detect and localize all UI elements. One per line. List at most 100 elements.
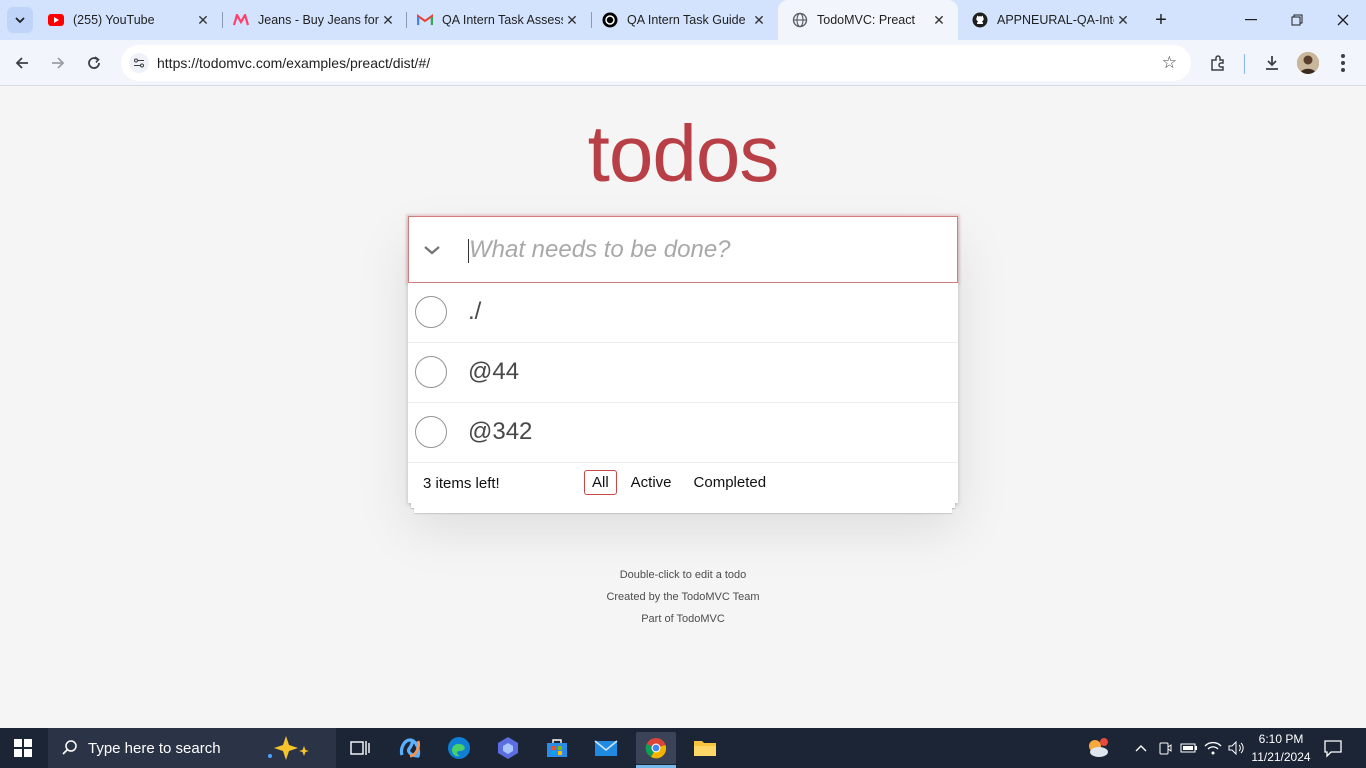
gmail-icon [417,12,433,28]
tab-title: QA Intern Task Assess [442,13,563,27]
globe-icon [792,12,808,28]
todo-item: @44 [408,343,958,403]
tab-strip: (255) YouTube ✕ Jeans - Buy Jeans for ✕ … [0,0,1366,40]
arrow-left-icon [15,57,28,69]
clock-time: 6:10 PM [1258,732,1304,746]
bookmark-star-icon[interactable]: ☆ [1162,53,1177,73]
close-tab-icon[interactable]: ✕ [750,11,768,29]
notification-center-icon[interactable] [1323,738,1343,758]
filter-completed[interactable]: Completed [686,470,775,495]
new-todo-input[interactable] [469,231,939,269]
todo-label[interactable]: ./ [468,298,481,326]
tab-myntra[interactable]: Jeans - Buy Jeans for ✕ [219,0,407,40]
tab-youtube[interactable]: (255) YouTube ✕ [34,0,222,40]
site-settings-icon[interactable] [129,53,149,73]
chevron-up-icon[interactable] [1132,740,1150,756]
taskbar-search-box[interactable]: Type here to search [48,728,336,768]
minimize-button[interactable] [1228,0,1274,40]
filter-tabs: All Active Completed [584,470,774,495]
toggle-all-chevron-icon[interactable] [421,239,443,261]
back-button[interactable] [8,49,36,77]
close-tab-icon[interactable]: ✕ [930,11,948,29]
filter-active[interactable]: Active [623,470,680,495]
tab-title: APPNEURAL-QA-Inte [997,13,1114,27]
stack-shadow [414,508,952,513]
close-window-button[interactable] [1320,0,1366,40]
url-text[interactable]: https://todomvc.com/examples/preact/dist… [157,55,430,71]
todo-footer: 3 items left! All Active Completed [408,463,958,503]
browser-toolbar: https://todomvc.com/examples/preact/dist… [0,40,1366,86]
youtube-icon [48,12,64,28]
chrome-icon[interactable] [636,732,676,764]
system-clock[interactable]: 6:10 PM 11/21/2024 [1246,730,1316,766]
close-tab-icon[interactable]: ✕ [563,11,581,29]
myntra-icon [233,12,249,28]
copilot-icon[interactable] [390,732,430,764]
toolbar-divider [1244,54,1245,74]
edge-browser-icon[interactable] [439,732,479,764]
tab-title: (255) YouTube [73,13,155,27]
mail-icon[interactable] [586,732,626,764]
copilot-sparkle-icon [264,734,324,767]
chatgpt-icon [602,12,618,28]
teams-hex-icon[interactable] [488,732,528,764]
close-tab-icon[interactable]: ✕ [1114,11,1132,29]
extensions-icon[interactable] [1206,51,1230,75]
reload-icon [88,56,100,69]
todo-toggle-checkbox[interactable] [415,356,447,388]
todo-label[interactable]: @44 [468,358,519,386]
new-todo-row [408,216,958,283]
github-icon [972,12,988,28]
restore-button[interactable] [1274,0,1320,40]
file-explorer-icon[interactable] [685,732,725,764]
app-title: todos [587,109,780,198]
close-icon [1337,14,1349,26]
close-tab-icon[interactable]: ✕ [379,11,397,29]
todo-item: @342 [408,403,958,463]
tab-title: TodoMVC: Preact [817,13,915,27]
close-tab-icon[interactable]: ✕ [194,11,212,29]
tab-gmail[interactable]: QA Intern Task Assess ✕ [403,0,591,40]
new-tab-button[interactable]: + [1150,9,1172,31]
tab-title: QA Intern Task Guide [627,13,746,27]
wifi-icon[interactable] [1204,740,1222,756]
todo-list: ./ @44 @342 [408,283,958,463]
tab-todomvc[interactable]: TodoMVC: Preact ✕ [778,0,958,40]
battery-icon[interactable] [1180,740,1198,756]
todo-toggle-checkbox[interactable] [415,416,447,448]
info-part-of: Part of TodoMVC [641,613,725,625]
address-bar[interactable]: https://todomvc.com/examples/preact/dist… [121,45,1191,81]
info-edit-hint: Double-click to edit a todo [619,569,747,581]
task-view-icon[interactable] [340,732,380,764]
tab-github[interactable]: APPNEURAL-QA-Inte ✕ [958,0,1142,40]
clock-date: 11/21/2024 [1251,750,1311,764]
tab-title: Jeans - Buy Jeans for [258,13,379,27]
browser-menu-button[interactable] [1331,51,1355,75]
taskbar-search-placeholder: Type here to search [88,739,221,757]
meet-now-icon[interactable] [1156,740,1174,756]
tab-chatgpt[interactable]: QA Intern Task Guide ✕ [588,0,778,40]
info-footer: Double-click to edit a todo Created by t… [0,564,1366,630]
chevron-down-icon [15,17,25,24]
search-icon [60,738,80,758]
forward-button[interactable] [44,49,72,77]
reload-button[interactable] [80,49,108,77]
tab-search-button[interactable] [7,7,33,33]
windows-start-icon[interactable] [14,739,32,757]
todo-item: ./ [408,283,958,343]
profile-avatar[interactable] [1297,52,1319,74]
download-icon[interactable] [1260,51,1284,75]
windows-taskbar: Type here to search [0,728,1366,768]
minimize-icon [1245,19,1257,21]
volume-icon[interactable] [1228,740,1246,756]
filter-all[interactable]: All [584,470,617,495]
info-credits: Created by the TodoMVC Team [606,591,760,603]
arrow-right-icon [52,57,65,69]
weather-icon[interactable] [1086,736,1110,760]
todo-toggle-checkbox[interactable] [415,296,447,328]
todo-label[interactable]: @342 [468,418,532,446]
items-left-count: 3 items left! [423,475,500,492]
restore-icon [1291,14,1303,26]
todo-app: ./ @44 @342 3 items left! All Active Com… [408,216,958,503]
store-icon[interactable] [537,732,577,764]
